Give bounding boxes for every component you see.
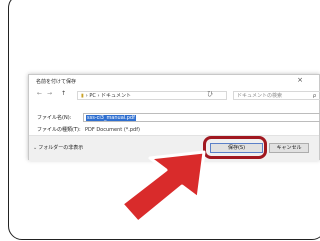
pointer-arrow-shape bbox=[120, 150, 206, 224]
search-icon: ρ bbox=[312, 93, 316, 99]
filename-value: sss-ci3_manual.pdf bbox=[86, 115, 136, 121]
address-path: › PC › ドキュメント bbox=[85, 93, 132, 99]
search-placeholder: ドキュメントの検索 bbox=[237, 93, 283, 99]
address-bar[interactable]: ▮ › PC › ドキュメント bbox=[77, 91, 227, 100]
cancel-button[interactable]: キャンセル bbox=[269, 143, 309, 153]
filetype-label: ファイルの種類(T): bbox=[37, 127, 81, 133]
search-input[interactable]: ドキュメントの検索 ρ bbox=[233, 91, 320, 100]
up-arrow-icon[interactable]: ↑ bbox=[61, 90, 66, 97]
back-arrow-icon[interactable]: ← bbox=[37, 90, 42, 97]
chevron-up-icon: ⌄ bbox=[33, 145, 38, 151]
hide-folders-toggle[interactable]: ⌄フォルダーの非表示 bbox=[33, 144, 83, 151]
close-icon[interactable]: × bbox=[297, 76, 303, 84]
hide-folders-label: フォルダーの非表示 bbox=[38, 145, 84, 151]
dialog-title: 名前を付けて保存 bbox=[36, 79, 77, 85]
navigation-bar: ← → ↑ ▮ › PC › ドキュメント ひ ドキュメントの検索 ρ bbox=[29, 89, 320, 102]
filename-label: ファイル名(N): bbox=[37, 115, 72, 121]
pointer-arrow-icon bbox=[120, 150, 206, 224]
forward-arrow-icon[interactable]: → bbox=[47, 90, 52, 97]
refresh-icon[interactable]: ひ bbox=[207, 89, 213, 98]
filename-input[interactable]: sss-ci3_manual.pdf bbox=[83, 113, 320, 122]
folder-icon: ▮ bbox=[81, 93, 84, 99]
filetype-select[interactable]: PDF Document (*.pdf) bbox=[83, 126, 320, 134]
filetype-value: PDF Document (*.pdf) bbox=[85, 127, 140, 133]
dialog-titlebar: 名前を付けて保存 × bbox=[29, 75, 319, 89]
